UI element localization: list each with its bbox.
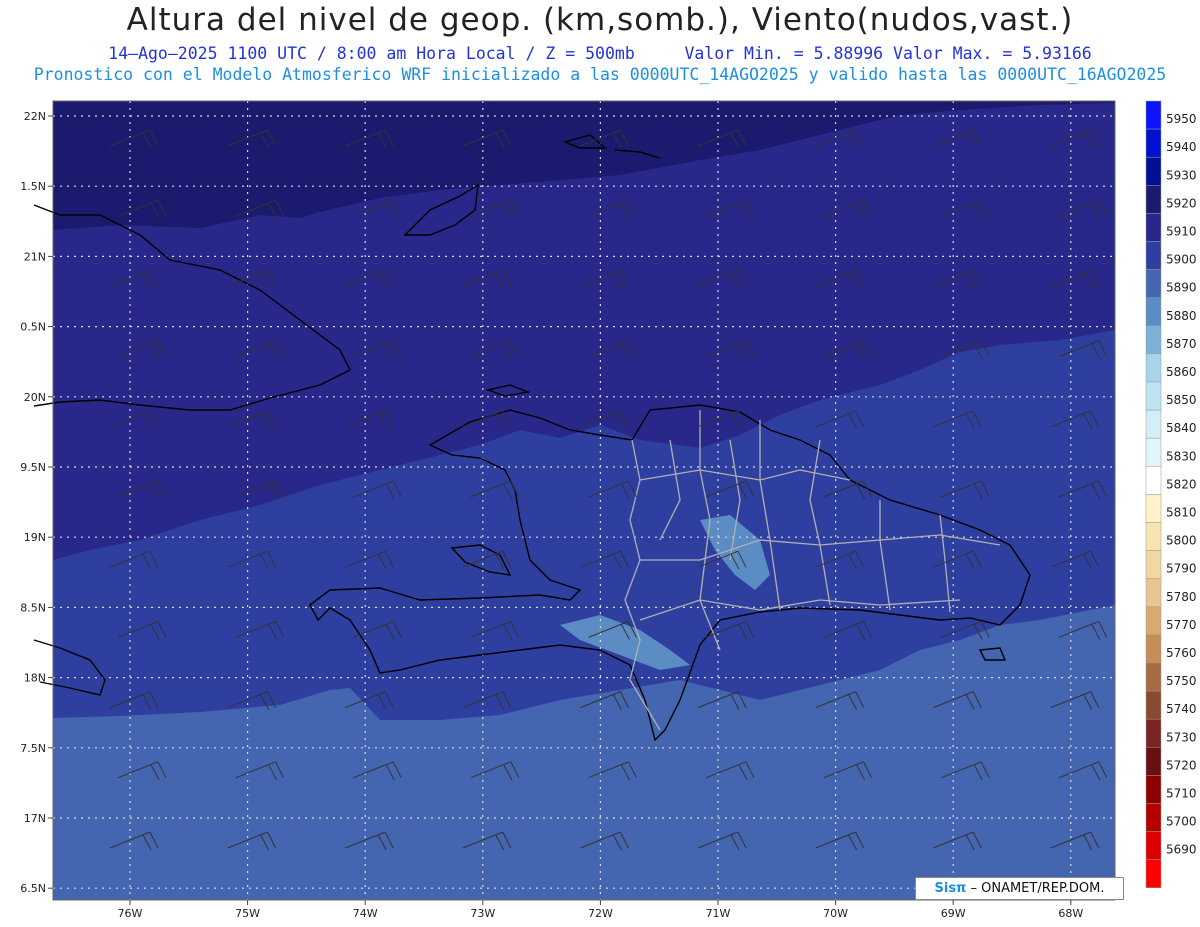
colorbar-label: 5860 <box>1166 365 1197 379</box>
lat-label: 0.5N <box>20 321 46 334</box>
lat-label: 19N <box>24 531 46 544</box>
lon-label: 69W <box>941 907 966 920</box>
colorbar-label: 5900 <box>1166 253 1197 267</box>
lat-label: 8.5N <box>20 601 46 614</box>
colorbar-swatch <box>1145 606 1162 636</box>
lon-label: 68W <box>1058 907 1083 920</box>
colorbar-swatch <box>1145 325 1162 355</box>
longitude-labels: 76W 75W 74W 73W 72W 71W 70W 69W 68W <box>118 900 1083 920</box>
colorbar-label: 5920 <box>1166 196 1197 210</box>
geopotential-map: 22N 1.5N 21N 0.5N 20N 9.5N 19N 8.5N 18N 7.5N 17N 6.… <box>20 100 1197 920</box>
lat-label: 18N <box>24 672 46 685</box>
colorbar-swatch <box>1145 241 1162 270</box>
colorbar-swatch <box>1145 494 1162 523</box>
colorbar-label: 5730 <box>1166 730 1197 744</box>
colorbar-label: 5870 <box>1166 337 1197 351</box>
colorbar-swatch <box>1145 775 1162 804</box>
colorbar-swatch <box>1145 269 1162 298</box>
colorbar-swatch <box>1145 466 1162 495</box>
colorbar-label: 5720 <box>1166 758 1197 772</box>
colorbar-swatch <box>1145 747 1162 776</box>
colorbar-label: 5780 <box>1166 590 1197 604</box>
lat-label: 20N <box>24 391 46 404</box>
colorbar-swatch <box>1145 156 1162 186</box>
colorbar-label: 5800 <box>1166 534 1197 548</box>
lon-label: 70W <box>823 907 848 920</box>
colorbar-label: 5890 <box>1166 281 1197 295</box>
lon-label: 72W <box>588 907 613 920</box>
colorbar-label: 5770 <box>1166 618 1197 632</box>
lon-label: 76W <box>118 907 143 920</box>
colorbar-swatch <box>1145 578 1162 608</box>
lat-label: 6.5N <box>20 882 46 895</box>
lon-label: 73W <box>470 907 495 920</box>
colorbar-swatch <box>1145 409 1162 439</box>
credit-box: Sisπ – ONAMET/REP.DOM. <box>915 877 1124 900</box>
lat-label: 22N <box>24 110 46 123</box>
colorbar-label: 5760 <box>1166 646 1197 660</box>
lon-label: 75W <box>235 907 260 920</box>
colorbar-label: 5740 <box>1166 702 1197 716</box>
colorbar-label: 5930 <box>1166 168 1197 182</box>
colorbar: 5950 5940 5930 5920 5910 5900 5890 5880 5870 5860… <box>1145 100 1197 889</box>
colorbar-swatch <box>1145 634 1162 664</box>
colorbar-label: 5710 <box>1166 787 1197 801</box>
colorbar-swatch <box>1145 550 1162 579</box>
colorbar-label: 5910 <box>1166 225 1197 239</box>
lat-label: 21N <box>24 250 46 263</box>
colorbar-swatch <box>1145 859 1162 889</box>
credit-text: – ONAMET/REP.DOM. <box>966 881 1105 896</box>
colorbar-label: 5950 <box>1166 112 1197 126</box>
colorbar-swatch <box>1145 128 1162 158</box>
colorbar-label: 5700 <box>1166 815 1197 829</box>
latitude-labels: 22N 1.5N 21N 0.5N 20N 9.5N 19N 8.5N 18N 7.5N 17N 6.… <box>20 110 53 895</box>
colorbar-label: 5940 <box>1166 140 1197 154</box>
colorbar-swatch <box>1145 185 1162 214</box>
lat-label: 17N <box>24 812 46 825</box>
colorbar-label: 5750 <box>1166 674 1197 688</box>
lat-label: 1.5N <box>20 180 46 193</box>
colorbar-label: 5690 <box>1166 843 1197 857</box>
lon-label: 71W <box>706 907 731 920</box>
colorbar-label: 5820 <box>1166 477 1197 491</box>
colorbar-swatch <box>1145 437 1162 467</box>
colorbar-label: 5810 <box>1166 506 1197 520</box>
lat-label: 7.5N <box>20 742 46 755</box>
colorbar-label: 5850 <box>1166 393 1197 407</box>
colorbar-swatch <box>1145 522 1162 551</box>
colorbar-swatch <box>1145 381 1162 411</box>
colorbar-swatch <box>1145 662 1162 692</box>
colorbar-swatch <box>1145 213 1162 242</box>
colorbar-label: 5880 <box>1166 309 1197 323</box>
colorbar-swatch <box>1145 803 1162 832</box>
colorbar-swatch <box>1145 831 1162 860</box>
colorbar-swatch <box>1145 353 1162 383</box>
colorbar-label: 5830 <box>1166 449 1197 463</box>
colorbar-swatch <box>1145 718 1162 748</box>
lon-label: 74W <box>353 907 378 920</box>
colorbar-swatch <box>1145 690 1162 720</box>
colorbar-swatch <box>1145 100 1162 130</box>
colorbar-swatch <box>1145 297 1162 327</box>
colorbar-label: 5790 <box>1166 562 1197 576</box>
sispi-logo: Sisπ <box>934 881 967 896</box>
colorbar-label: 5840 <box>1166 421 1197 435</box>
lat-label: 9.5N <box>20 461 46 474</box>
